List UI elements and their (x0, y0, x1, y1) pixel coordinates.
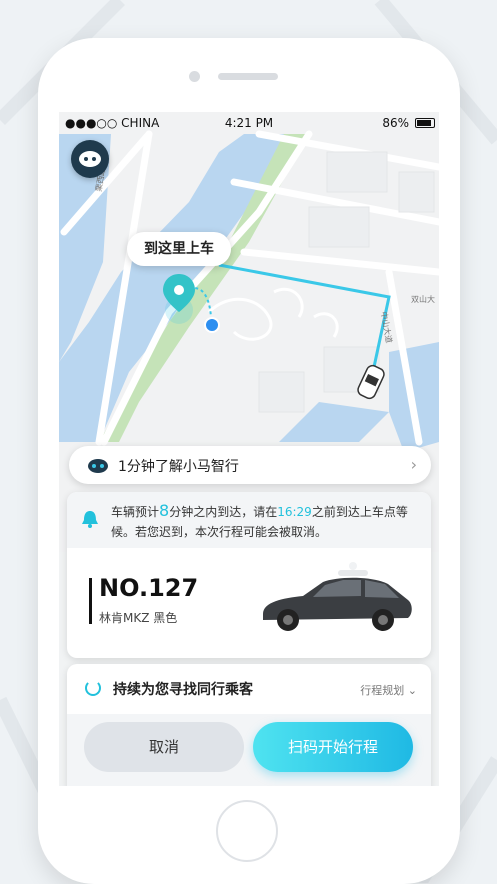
robot-icon (79, 151, 101, 167)
eta-minutes: 8 (159, 501, 170, 520)
promo-text: 1分钟了解小马智行 (118, 459, 239, 475)
vehicle-model: 林肯MKZ 黑色 (99, 611, 178, 625)
map-view[interactable]: 栗西路 双山大 中山大道 (59, 112, 439, 552)
home-button[interactable] (216, 800, 278, 862)
arrival-message: 车辆预计8分钟之内到达，请在16:29之前到达上车点等候。若您迟到，本次行程可能… (111, 501, 408, 539)
trip-status-row: 持续为您寻找同行乘客 行程规划 ⌄ (67, 664, 431, 714)
trip-status-label: 持续为您寻找同行乘客 (113, 682, 253, 698)
trip-status-card: 持续为您寻找同行乘客 行程规划 ⌄ 取消 扫码开始行程 (67, 664, 431, 786)
pickup-label: 到这里上车 (127, 232, 231, 266)
chevron-down-icon: ⌄ (407, 684, 417, 697)
app-screen: 栗西路 双山大 中山大道 ●●●○○ CHINA 4:21 PM 86% 到这里… (59, 112, 439, 786)
plate-accent-bar (89, 578, 92, 624)
battery-icon (415, 118, 435, 128)
arrival-notice: 车辆预计8分钟之内到达，请在16:29之前到达上车点等候。若您迟到，本次行程可能… (67, 492, 431, 548)
promo-bar[interactable]: 1分钟了解小马智行 › (69, 446, 431, 484)
battery-percent: 86% (382, 116, 409, 130)
deadline-time: 16:29 (277, 505, 312, 519)
arrival-card: 车辆预计8分钟之内到达，请在16:29之前到达上车点等候。若您迟到，本次行程可能… (67, 492, 431, 658)
loading-spinner-icon (85, 680, 101, 696)
earpiece-speaker (218, 73, 278, 80)
cancel-button[interactable]: 取消 (84, 722, 244, 772)
action-area: 取消 扫码开始行程 (67, 714, 431, 786)
status-bar: ●●●○○ CHINA 4:21 PM 86% (59, 112, 439, 134)
vehicle-image (263, 562, 412, 631)
robot-icon (88, 459, 108, 473)
robot-avatar-button[interactable] (71, 140, 109, 178)
front-camera (189, 71, 200, 82)
user-location-dot (204, 317, 220, 333)
road-label: 双山大 (411, 294, 435, 304)
scan-start-trip-button[interactable]: 扫码开始行程 (253, 722, 413, 772)
bell-icon (82, 511, 98, 528)
vehicle-number: NO.127 (99, 574, 199, 602)
route-plan-dropdown[interactable]: 行程规划 ⌄ (360, 682, 417, 698)
chevron-right-icon: › (410, 455, 417, 474)
